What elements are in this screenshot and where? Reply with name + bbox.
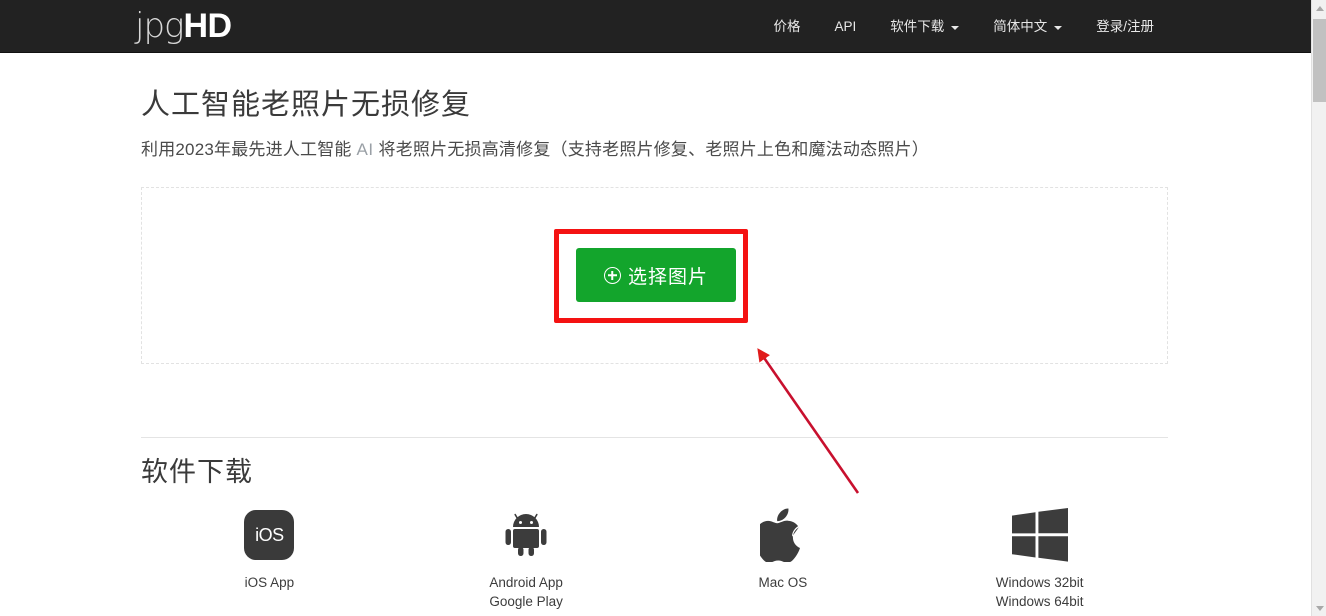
nav-label-downloads: 软件下载 [890, 19, 945, 34]
content-container: 人工智能老照片无损修复 利用2023年最先进人工智能 AI 将老照片无损高清修复… [141, 53, 1168, 163]
download-label-windows-line2: Windows 64bit [995, 594, 1084, 609]
scroll-up-triangle [1315, 5, 1324, 11]
main-navigation: 价格 API 软件下载 简体中文 登录/注册 [756, 0, 1171, 53]
nav-label-language: 简体中文 [993, 19, 1048, 34]
nav-label-api: API [834, 19, 857, 34]
nav-item-downloads[interactable]: 软件下载 [873, 0, 976, 53]
select-image-button-label: 选择图片 [627, 266, 708, 288]
nav-item-api[interactable]: API [817, 0, 873, 53]
download-label-android-line2: Google Play [489, 594, 563, 609]
scroll-down-icon[interactable] [1312, 600, 1326, 616]
nav-label-pricing: 价格 [773, 19, 801, 34]
download-item-macos[interactable]: Mac OS [655, 507, 912, 611]
header-inner: jpgHD 价格 API 软件下载 简体中文 登录/注册 [0, 0, 1311, 53]
page-title: 人工智能老照片无损修复 [141, 89, 472, 121]
subtitle-part-1: 利用2023年最先进人工智能 [141, 140, 357, 159]
download-label-ios: iOS App [245, 573, 295, 592]
download-label-ios-line1: iOS App [244, 575, 295, 590]
nav-item-login-register[interactable]: 登录/注册 [1079, 0, 1171, 53]
upload-dropzone[interactable]: 选择图片 [141, 187, 1168, 364]
scrollbar-thumb[interactable] [1313, 19, 1326, 102]
ios-app-icon: iOS [244, 507, 295, 563]
nav-item-language[interactable]: 简体中文 [976, 0, 1079, 53]
plus-circle-icon [603, 266, 621, 284]
vertical-scrollbar[interactable] [1311, 0, 1326, 616]
subtitle-part-2: 将老照片无损高清修复（支持老照片修复、老照片上色和魔法动态照片） [373, 140, 929, 159]
download-label-android: Android App Google Play [489, 573, 563, 611]
nav-item-pricing[interactable]: 价格 [756, 0, 817, 53]
chevron-down-icon [951, 25, 960, 30]
download-label-android-line1: Android App [489, 575, 563, 590]
scroll-up-icon[interactable] [1312, 0, 1326, 16]
subtitle-ai-term: AI [356, 140, 374, 159]
download-label-windows: Windows 32bit Windows 64bit [996, 573, 1084, 611]
download-label-macos-line1: Mac OS [758, 575, 808, 590]
chevron-down-icon [1054, 25, 1063, 30]
downloads-section-title: 软件下载 [141, 457, 253, 487]
site-header: jpgHD 价格 API 软件下载 简体中文 登录/注册 [0, 0, 1311, 53]
logo-text-light: jpg [135, 6, 184, 46]
scroll-down-triangle [1315, 605, 1324, 611]
download-item-ios[interactable]: iOS iOS App [141, 507, 398, 611]
android-robot-icon [500, 507, 552, 563]
section-divider [141, 437, 1168, 438]
site-logo[interactable]: jpgHD [135, 6, 232, 46]
page-root: jpgHD 价格 API 软件下载 简体中文 登录/注册 人工智能老照片无损修复… [0, 0, 1326, 616]
download-item-windows[interactable]: Windows 32bit Windows 64bit [911, 507, 1168, 611]
ios-badge-label: iOS [244, 510, 295, 560]
nav-label-login-register: 登录/注册 [1096, 19, 1154, 34]
apple-logo-icon [759, 507, 806, 563]
select-image-button[interactable]: 选择图片 [576, 248, 736, 302]
download-label-macos: Mac OS [758, 573, 807, 592]
logo-text-bold: HD [183, 7, 232, 45]
downloads-list: iOS iOS App Android App Google Play Mac … [141, 507, 1168, 611]
windows-logo-icon [1011, 507, 1068, 563]
download-item-android[interactable]: Android App Google Play [398, 507, 655, 611]
download-label-windows-line1: Windows 32bit [995, 575, 1084, 590]
page-subtitle: 利用2023年最先进人工智能 AI 将老照片无损高清修复（支持老照片修复、老照片… [141, 125, 1168, 163]
